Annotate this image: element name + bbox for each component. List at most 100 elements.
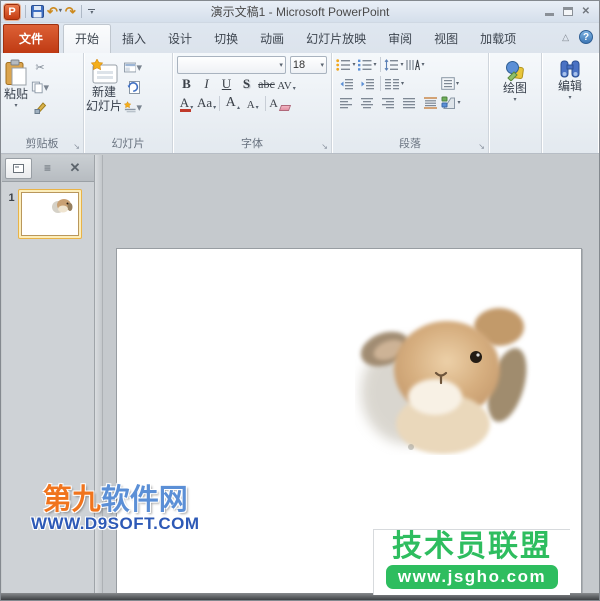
outline-icon: ≡ [43, 161, 51, 175]
editing-button[interactable]: 编辑 ▾ [558, 55, 582, 137]
tab-view[interactable]: 视图 [423, 25, 469, 53]
tab-animations[interactable]: 动画 [249, 25, 295, 53]
grow-font-button[interactable]: A ▾ [223, 95, 242, 112]
align-text-caret[interactable]: ▾ [456, 80, 459, 87]
grow-arrow-icon: ▾ [236, 104, 240, 110]
change-case-button[interactable]: Aa ▾ [197, 95, 216, 112]
align-center-button[interactable] [357, 94, 377, 111]
outline-tab[interactable]: ≡ [34, 158, 61, 179]
cut-button[interactable]: ✂ [31, 59, 49, 75]
undo-dropdown-caret[interactable]: ▾ [59, 5, 62, 18]
restore-button[interactable] [562, 7, 573, 16]
tab-transitions[interactable]: 切换 [203, 25, 249, 53]
clipboard-group-label: 剪贴板 [25, 138, 59, 150]
rabbit-image[interactable] [355, 297, 533, 455]
drawing-button[interactable]: 绘图 ▾ [503, 55, 527, 137]
copy-dropdown-caret[interactable]: ▾ [43, 81, 49, 94]
text-direction-button[interactable]: ▾ [405, 56, 425, 73]
tab-slideshow[interactable]: 幻灯片放映 [295, 25, 377, 53]
columns-caret[interactable]: ▾ [401, 80, 404, 87]
drawing-icon [505, 61, 524, 81]
tab-insert[interactable]: 插入 [111, 25, 157, 53]
binoculars-icon [560, 60, 580, 78]
text-direction-caret[interactable]: ▾ [421, 61, 424, 68]
powerpoint-window: P ↶ ▾ ↷ ▾ 演示文稿1 - Microsoft PowerPoint ✕… [0, 0, 600, 601]
increase-indent-button[interactable] [357, 75, 377, 92]
tab-home[interactable]: 开始 [63, 24, 112, 53]
strikethrough-button[interactable]: abc [257, 76, 276, 93]
minimize-button[interactable] [544, 8, 554, 16]
copy-button[interactable]: ▾ [31, 79, 49, 95]
new-slide-button[interactable]: 新建 幻灯片 [86, 55, 122, 137]
clear-formatting-button[interactable]: A [269, 95, 291, 112]
new-slide-label-line2: 幻灯片 [86, 99, 123, 113]
line-spacing-button[interactable]: ▾ [384, 56, 404, 73]
smartart-caret[interactable]: ▾ [457, 99, 460, 106]
undo-button[interactable]: ↶ ▾ [47, 5, 62, 18]
character-spacing-button[interactable]: AV ▾ [277, 76, 296, 93]
numbering-caret[interactable]: ▾ [373, 61, 376, 68]
watermark-url: WWW.D9SOFT.COM [31, 514, 200, 533]
reset-slide-button[interactable] [124, 79, 142, 95]
columns-button[interactable]: ▾ [384, 75, 404, 92]
group-drawing: 绘图 ▾ [489, 53, 542, 153]
section-button[interactable]: ▾ [124, 99, 142, 115]
font-color-button[interactable]: A ▾ [177, 95, 196, 112]
tab-review[interactable]: 审阅 [377, 25, 423, 53]
paragraph-dialog-launcher[interactable]: ↘ [478, 143, 485, 151]
slide-thumbnail-selected[interactable] [18, 189, 82, 239]
section-dropdown-caret[interactable]: ▾ [136, 101, 142, 114]
font-size-combobox[interactable]: 18 ▾ [289, 56, 327, 74]
increase-indent-icon [361, 78, 374, 89]
chevron-down-icon: ▾ [90, 9, 94, 16]
close-button[interactable]: ✕ [582, 6, 590, 17]
bold-button[interactable]: B [177, 76, 196, 93]
italic-button[interactable]: I [197, 76, 216, 93]
paste-dropdown-caret[interactable]: ▾ [14, 103, 17, 109]
justify-button[interactable] [399, 94, 419, 111]
numbering-button[interactable]: ▾ [357, 56, 377, 73]
shrink-font-button[interactable]: A ▾ [243, 95, 262, 112]
align-text-button[interactable]: ▾ [440, 75, 460, 92]
line-spacing-icon [385, 58, 399, 71]
paste-label: 粘贴 [3, 87, 28, 101]
slides-thumbnails-tab[interactable] [5, 157, 32, 179]
badge-url: www.jsgho.com [385, 565, 559, 589]
close-pane-button[interactable]: ✕ [63, 160, 87, 176]
font-size-caret: ▾ [320, 62, 324, 69]
collapse-ribbon-icon[interactable]: △ [562, 32, 569, 43]
slide-thumbnail-row: 1 [2, 189, 94, 239]
line-spacing-caret[interactable]: ▾ [400, 61, 403, 68]
smartart-icon [441, 96, 456, 109]
bullets-caret[interactable]: ▾ [352, 61, 355, 68]
group-font: ▾ 18 ▾ B I U S abc AV ▾ A ▾ Aa ▾ A ▾ A ▾… [173, 53, 332, 153]
customize-qat-button[interactable]: ▾ [87, 8, 97, 16]
font-dialog-launcher[interactable]: ↘ [321, 143, 328, 151]
undo-icon: ↶ [47, 4, 58, 19]
format-painter-button[interactable] [31, 99, 49, 115]
tab-design[interactable]: 设计 [157, 25, 203, 53]
text-shadow-button[interactable]: S [237, 76, 256, 93]
distribute-button[interactable] [420, 94, 440, 111]
numbering-icon [358, 59, 372, 71]
decrease-indent-button[interactable] [336, 75, 356, 92]
save-button[interactable] [31, 5, 44, 18]
slide-layout-button[interactable]: ▾ [124, 59, 142, 75]
tab-file[interactable]: 文件 [3, 24, 60, 53]
divider [380, 57, 381, 72]
underline-button[interactable]: U [217, 76, 236, 93]
powerpoint-logo-icon[interactable]: P [4, 3, 20, 20]
redo-button[interactable]: ↷ [65, 5, 76, 18]
watermark-brand-orange: 第九 [42, 484, 101, 516]
clipboard-dialog-launcher[interactable]: ↘ [73, 143, 80, 151]
paste-button[interactable]: 粘贴 ▾ [3, 55, 29, 137]
tab-addins[interactable]: 加载项 [469, 25, 527, 53]
bullets-button[interactable]: ▾ [336, 56, 356, 73]
font-name-combobox[interactable]: ▾ [177, 56, 286, 74]
help-button[interactable]: ? [579, 30, 593, 44]
new-slide-icon [90, 59, 118, 84]
align-left-button[interactable] [336, 94, 356, 111]
convert-smartart-button[interactable]: ▾ [441, 94, 461, 111]
align-right-button[interactable] [378, 94, 398, 111]
layout-dropdown-caret[interactable]: ▾ [136, 61, 142, 74]
